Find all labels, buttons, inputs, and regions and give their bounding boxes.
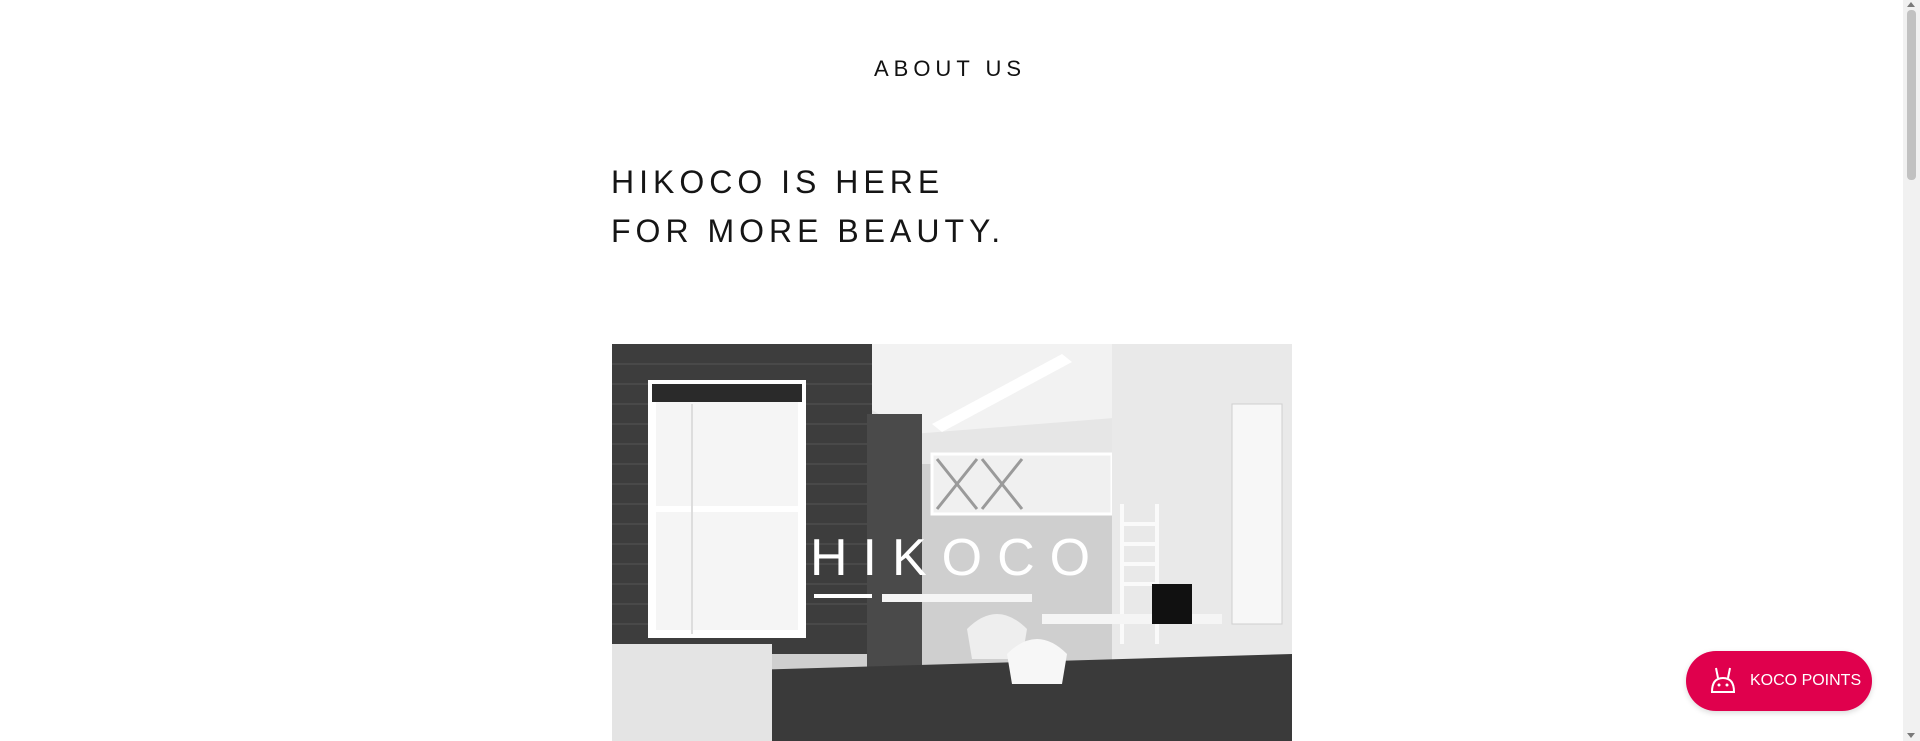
page-heading: ABOUT US — [873, 56, 1027, 81]
scrollbar-thumb[interactable] — [1907, 10, 1916, 180]
scroll-up-icon[interactable] — [1907, 2, 1915, 7]
scroll-down-icon[interactable] — [1907, 733, 1915, 738]
hero-heading-line-2: FOR MORE BEAUTY. — [611, 213, 1006, 249]
studio-logo: HIKOCO — [810, 529, 1106, 587]
bunny-icon — [1706, 666, 1740, 696]
hero-heading: HIKOCO IS HERE FOR MORE BEAUTY. — [611, 158, 1005, 256]
logo-underline — [814, 594, 872, 598]
hero-heading-line-1: HIKOCO IS HERE — [611, 164, 945, 200]
koco-points-label: KOCO POINTS — [1750, 672, 1862, 689]
page-scrollbar[interactable] — [1903, 0, 1920, 741]
koco-points-button[interactable]: KOCO POINTS — [1686, 651, 1872, 711]
studio-photo: HIKOCO — [612, 344, 1292, 741]
